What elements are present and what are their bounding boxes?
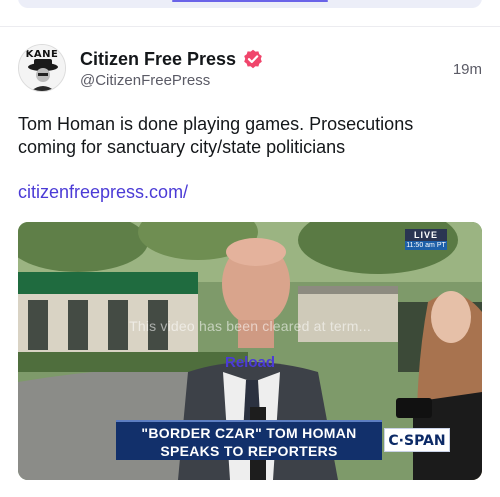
avatar[interactable]: KANE <box>18 44 66 92</box>
verified-badge-icon <box>243 49 263 69</box>
scroll-indicator <box>172 0 328 2</box>
chyron-line-1: "BORDER CZAR" TOM HOMAN <box>141 425 357 441</box>
author-handle[interactable]: @CitizenFreePress <box>80 72 210 89</box>
reload-button[interactable]: Reload <box>218 352 282 372</box>
video-player[interactable]: LIVE 11:50 am PT This video has been cle… <box>18 222 482 480</box>
live-label: LIVE <box>405 229 447 241</box>
chyron-line-2: SPEAKS TO REPORTERS <box>160 443 338 459</box>
post-text: Tom Homan is done playing games. Prosecu… <box>18 114 414 157</box>
video-error-message: This video has been cleared at term... <box>129 318 371 334</box>
network-logo: C·SPAN <box>384 428 450 452</box>
post-link[interactable]: citizenfreepress.com/ <box>18 182 188 203</box>
live-badge: LIVE 11:50 am PT <box>405 229 447 250</box>
post-timestamp: 19m <box>452 61 482 78</box>
post-card[interactable]: KANE Citizen Free Press @CitizenFreePres… <box>0 27 500 497</box>
author-display-name[interactable]: Citizen Free Press <box>80 49 236 70</box>
video-chyron: "BORDER CZAR" TOM HOMAN SPEAKS TO REPORT… <box>116 420 382 460</box>
avatar-label: KANE <box>25 49 59 60</box>
live-time: 11:50 am PT <box>405 241 447 250</box>
author-name-row[interactable]: Citizen Free Press <box>80 47 263 71</box>
previous-post-strip <box>0 0 500 24</box>
